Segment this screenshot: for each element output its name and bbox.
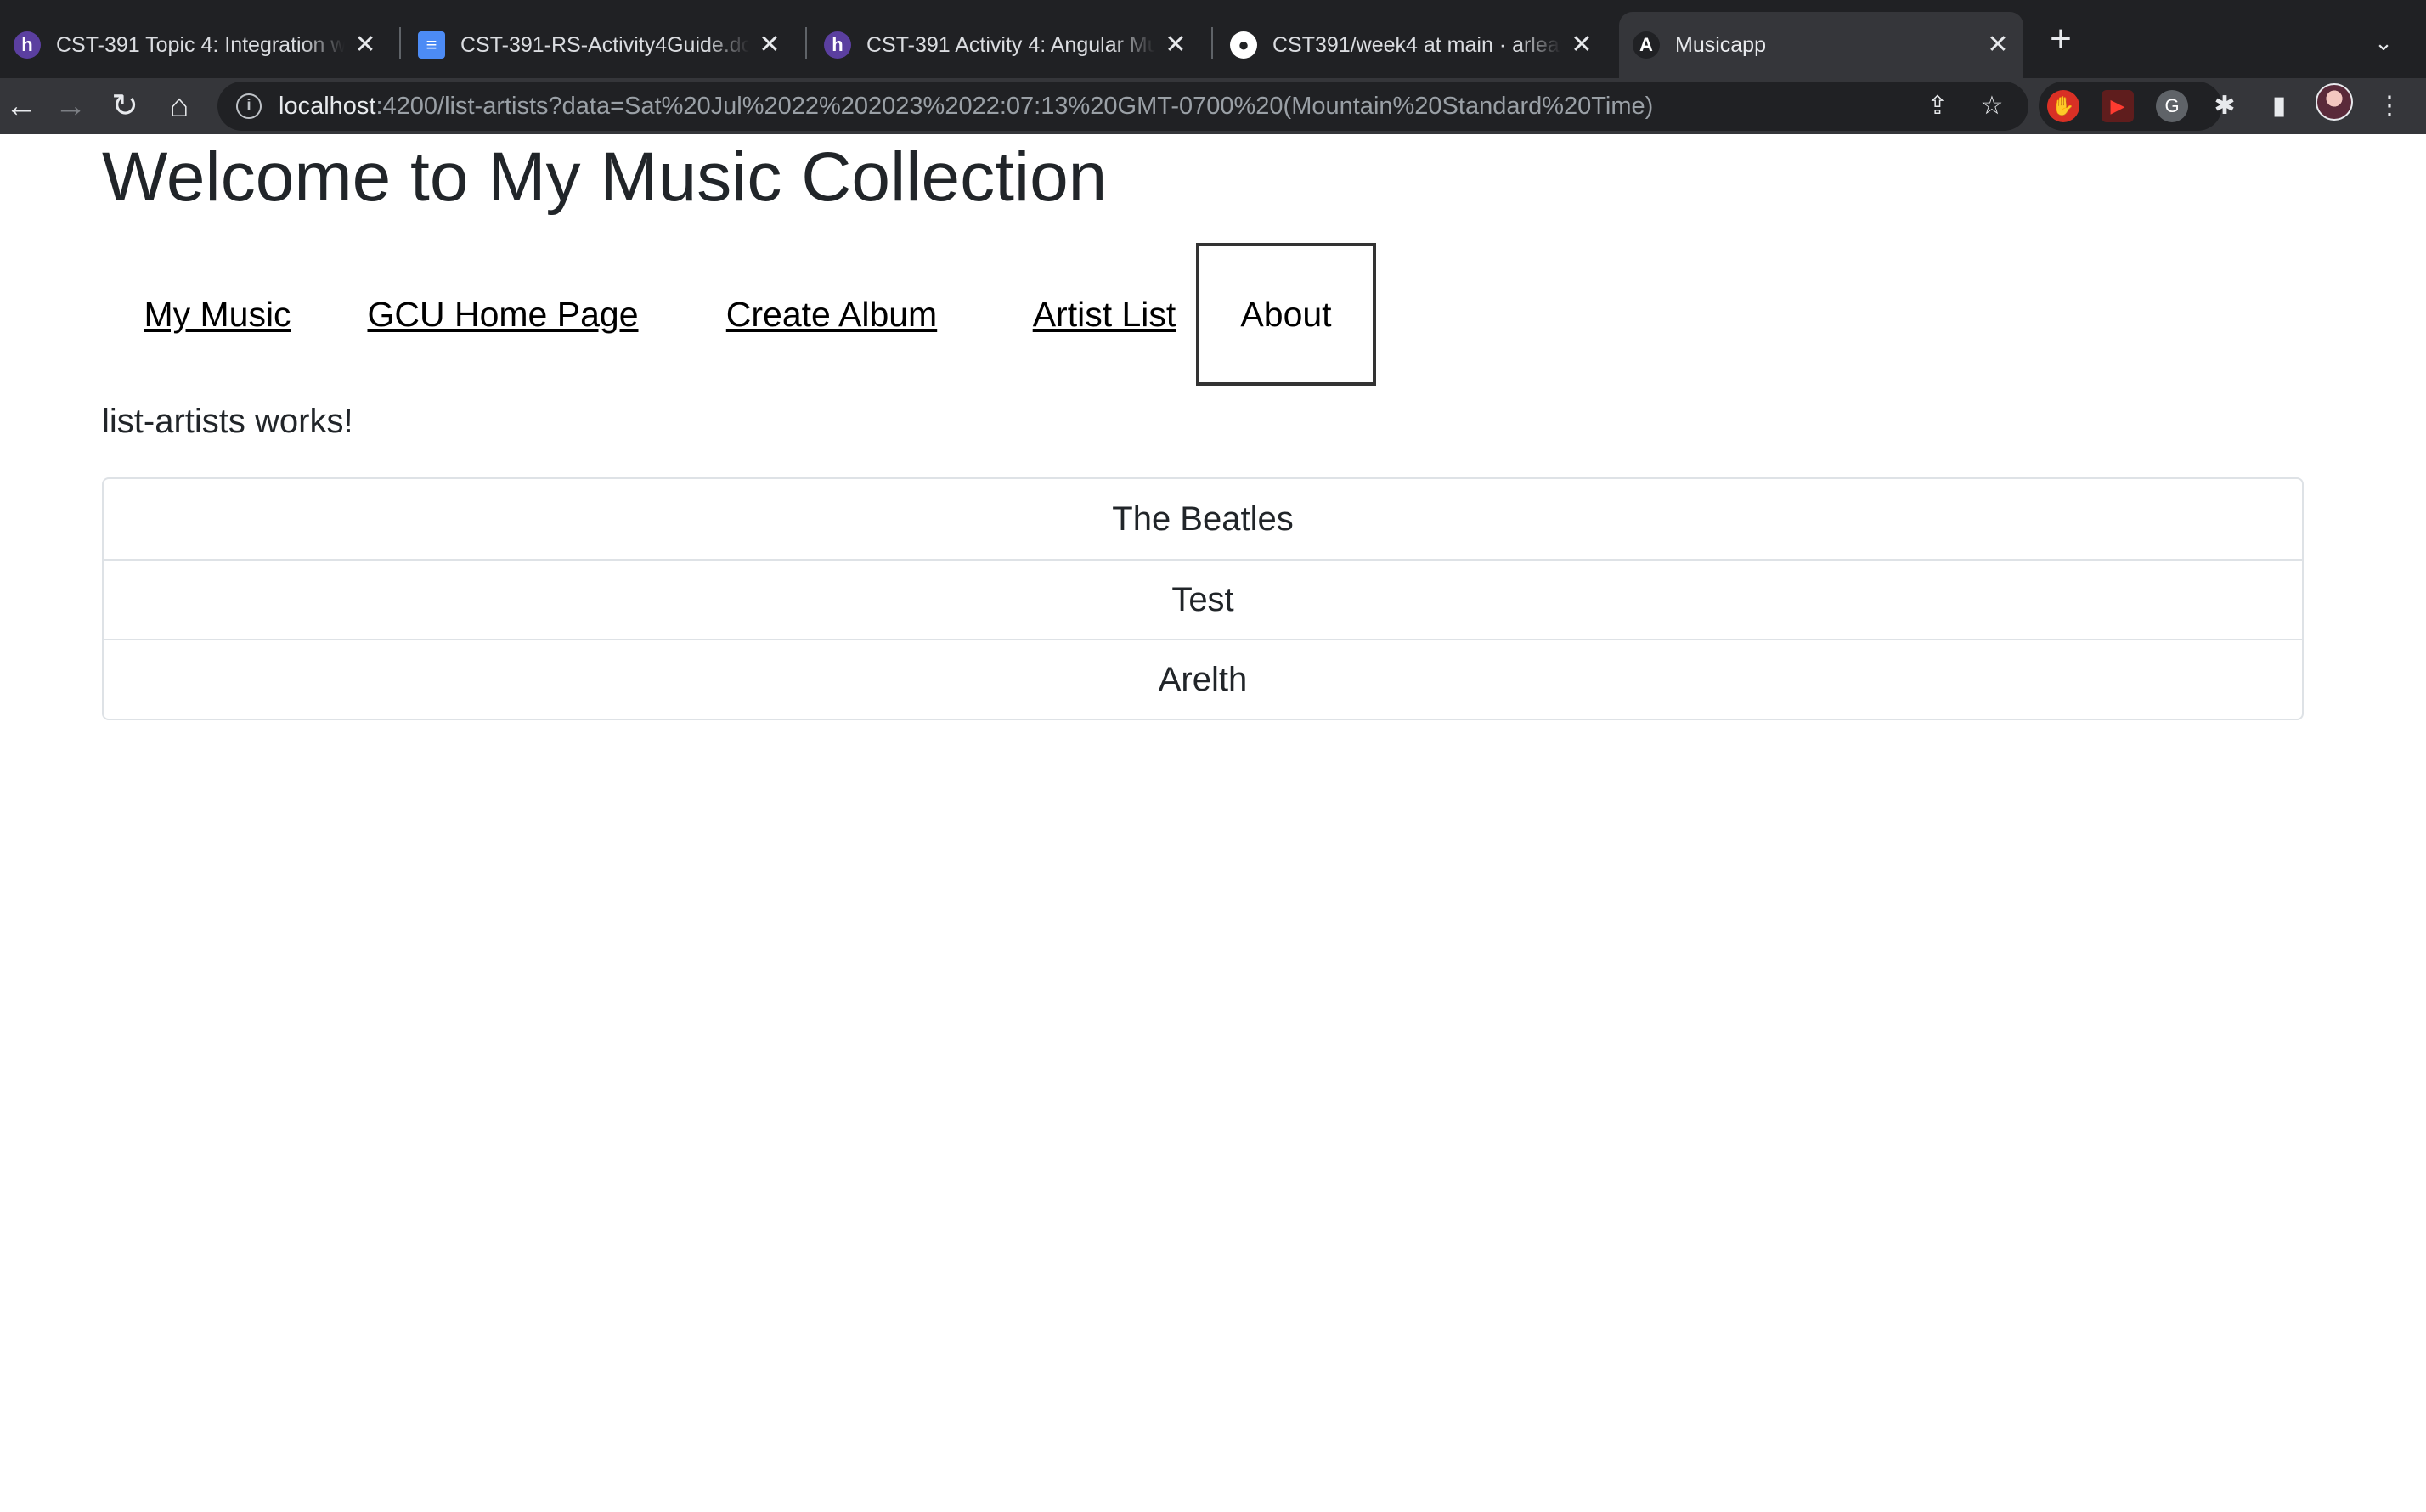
browser-toolbar: ← → ↻ ⌂ i localhost:4200/list-artists?da… <box>0 78 2426 134</box>
tab-strip: h CST-391 Topic 4: Integration w ✕ ≡ CST… <box>0 0 2426 78</box>
tab-title: CST391/week4 at main · arleafy <box>1272 32 1561 57</box>
document-icon: ≡ <box>418 31 445 59</box>
nav-about[interactable]: About <box>1196 243 1376 386</box>
tab-title: CST-391 Topic 4: Integration w <box>56 32 345 57</box>
tab-activity4guide[interactable]: ≡ CST-391-RS-Activity4Guide.docx ✕ <box>404 12 795 78</box>
address-bar[interactable]: i localhost:4200/list-artists?data=Sat%2… <box>217 82 2028 131</box>
extensions-group: ✋ ▶ G <box>2039 82 2222 131</box>
home-button[interactable]: ⌂ <box>158 85 200 127</box>
side-panel-icon[interactable]: ▮ <box>2261 88 2297 124</box>
tab-cst391-topic4[interactable]: h CST-391 Topic 4: Integration w ✕ <box>0 12 391 78</box>
tab-divider <box>805 27 807 59</box>
page-title: Welcome to My Music Collection <box>102 138 1108 216</box>
h-icon: h <box>14 31 41 59</box>
github-icon: ● <box>1230 31 1257 59</box>
hand-extension-icon[interactable]: ✋ <box>2047 90 2079 122</box>
forward-button[interactable]: → <box>49 85 92 127</box>
tab-title: CST-391-RS-Activity4Guide.docx <box>460 32 749 57</box>
artist-list-item[interactable]: Arelth <box>104 639 2302 719</box>
artist-list-item[interactable]: Test <box>104 559 2302 639</box>
tab-musicapp[interactable]: A Musicapp ✕ <box>1619 12 2023 78</box>
tab-divider <box>399 27 401 59</box>
nav-create-album[interactable]: Create Album <box>697 243 967 386</box>
url-path: :4200/list-artists?data=Sat%20Jul%2022%2… <box>375 92 1654 120</box>
close-icon[interactable]: ✕ <box>1162 31 1189 59</box>
nav-gcu-home-page[interactable]: GCU Home Page <box>352 243 654 386</box>
puzzle-extensions-icon[interactable]: ✱ <box>2207 88 2243 124</box>
tab-github-week4[interactable]: ● CST391/week4 at main · arleafy ✕ <box>1216 12 1607 78</box>
video-extension-icon[interactable]: ▶ <box>2102 90 2134 122</box>
url-host: localhost <box>279 92 376 120</box>
tab-cst391-activity4[interactable]: h CST-391 Activity 4: Angular Mu ✕ <box>810 12 1201 78</box>
new-tab-button[interactable]: + <box>2042 20 2079 59</box>
tab-title: Musicapp <box>1675 32 1766 57</box>
nav-my-music[interactable]: My Music <box>126 243 309 386</box>
more-menu-icon[interactable]: ⋮ <box>2372 88 2407 124</box>
tab-title: CST-391 Activity 4: Angular Mu <box>866 32 1155 57</box>
profile-avatar[interactable] <box>2316 83 2353 121</box>
bookmark-star-icon[interactable]: ☆ <box>1976 90 2008 122</box>
close-icon[interactable]: ✕ <box>1568 31 1595 59</box>
artist-list: The Beatles Test Arelth <box>102 477 2304 720</box>
close-icon[interactable]: ✕ <box>352 31 379 59</box>
address-url[interactable]: localhost:4200/list-artists?data=Sat%20J… <box>279 93 1653 121</box>
angular-icon: A <box>1633 31 1660 59</box>
tab-divider <box>1211 27 1213 59</box>
site-info-icon[interactable]: i <box>236 93 262 119</box>
artist-list-item[interactable]: The Beatles <box>104 479 2302 559</box>
share-icon[interactable]: ⇪ <box>1921 90 1954 122</box>
close-icon[interactable]: ✕ <box>1984 31 2011 59</box>
tab-search-chevron-icon[interactable]: ⌄ <box>2367 25 2401 59</box>
nav-artist-list[interactable]: Artist List <box>1009 243 1199 386</box>
page-content: Welcome to My Music Collection My Music … <box>0 134 2426 1512</box>
close-icon[interactable]: ✕ <box>756 31 783 59</box>
grammar-extension-icon[interactable]: G <box>2156 90 2188 122</box>
component-status-text: list-artists works! <box>102 403 353 440</box>
back-button[interactable]: ← <box>0 85 42 127</box>
reload-button[interactable]: ↻ <box>104 85 146 127</box>
h-icon: h <box>824 31 851 59</box>
